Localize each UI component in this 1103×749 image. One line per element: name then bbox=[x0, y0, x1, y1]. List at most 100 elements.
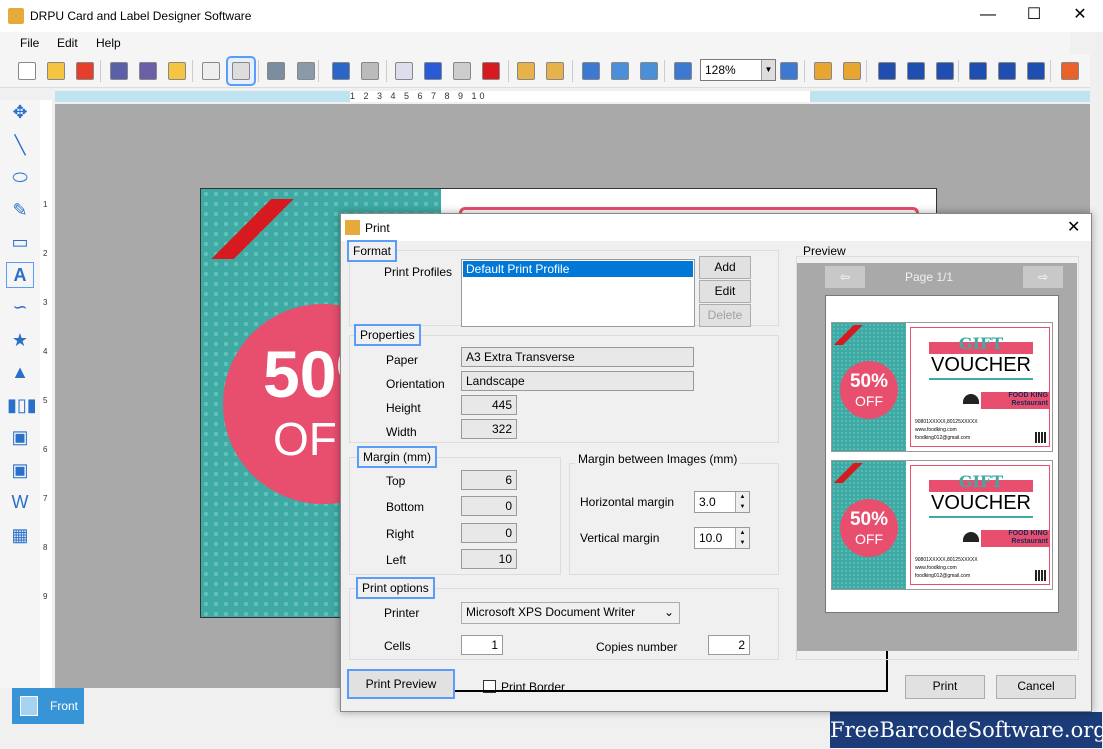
background-icon[interactable]: ▦ bbox=[7, 523, 33, 547]
tab-front[interactable]: Front bbox=[12, 688, 84, 724]
settings-icon[interactable] bbox=[636, 58, 662, 84]
align-right-icon[interactable] bbox=[932, 58, 958, 84]
save-as-icon[interactable] bbox=[135, 58, 161, 84]
properties-legend: Properties bbox=[354, 324, 421, 346]
curve-icon[interactable]: ∽ bbox=[7, 295, 33, 319]
chevron-down-icon: ⌄ bbox=[663, 605, 674, 619]
star-icon[interactable]: ★ bbox=[7, 328, 33, 352]
vertical-margin-spinner[interactable]: 10.0 ▲ ▼ bbox=[694, 527, 750, 549]
zoom-out-icon[interactable] bbox=[776, 58, 802, 84]
margin-right-field[interactable]: 0 bbox=[461, 523, 517, 543]
minimize-button[interactable]: — bbox=[965, 0, 1011, 32]
image-icon[interactable]: ▣ bbox=[7, 425, 33, 449]
text-icon[interactable]: A bbox=[6, 261, 34, 288]
align-center-icon[interactable] bbox=[903, 58, 929, 84]
margin-images-group bbox=[569, 463, 779, 575]
delete-button[interactable]: Delete bbox=[699, 304, 751, 327]
lock-icon[interactable] bbox=[810, 58, 836, 84]
next-page-button[interactable]: ⇨ bbox=[1023, 266, 1063, 288]
edit-icon[interactable] bbox=[198, 58, 224, 84]
line-icon[interactable]: ╲ bbox=[7, 133, 33, 157]
center-icon[interactable] bbox=[607, 58, 633, 84]
triangle-icon[interactable]: ▲ bbox=[7, 360, 33, 384]
bring-front-icon[interactable] bbox=[513, 58, 539, 84]
page-indicator: Page 1/1 bbox=[905, 270, 954, 284]
dialog-close-button[interactable]: ✕ bbox=[1067, 217, 1080, 237]
image-library-icon[interactable]: ▣ bbox=[7, 458, 33, 482]
discount-text: 50% bbox=[849, 509, 889, 530]
margin-top-field[interactable]: 6 bbox=[461, 470, 517, 490]
edit-button[interactable]: Edit bbox=[699, 280, 751, 303]
database-icon[interactable] bbox=[293, 58, 319, 84]
unlock-icon[interactable] bbox=[839, 58, 865, 84]
orientation-label: Orientation bbox=[386, 377, 445, 391]
printer-select[interactable]: Microsoft XPS Document Writer ⌄ bbox=[461, 602, 680, 624]
cells-field[interactable]: 1 bbox=[461, 635, 503, 655]
prev-page-button[interactable]: ⇦ bbox=[825, 266, 865, 288]
spin-down-icon[interactable]: ▼ bbox=[735, 502, 749, 512]
redo-icon[interactable] bbox=[357, 58, 383, 84]
horizontal-margin-spinner[interactable]: 3.0 ▲ ▼ bbox=[694, 491, 750, 513]
close-file-icon[interactable] bbox=[72, 58, 98, 84]
menu-file[interactable]: File bbox=[20, 36, 39, 50]
toolbar-separator bbox=[318, 60, 319, 82]
delete-icon[interactable] bbox=[478, 58, 504, 84]
zoom-in-icon[interactable] bbox=[670, 58, 696, 84]
zoom-value: 128% bbox=[705, 63, 736, 77]
cancel-button[interactable]: Cancel bbox=[996, 675, 1076, 699]
menu-help[interactable]: Help bbox=[96, 36, 121, 50]
spin-up-icon[interactable]: ▲ bbox=[735, 492, 749, 502]
grid-icon[interactable] bbox=[578, 58, 604, 84]
ellipse-icon[interactable]: ⬭ bbox=[7, 165, 33, 189]
undo-icon[interactable] bbox=[328, 58, 354, 84]
print-preview-button[interactable]: Print Preview bbox=[347, 669, 455, 699]
toolbar-separator bbox=[192, 60, 193, 82]
preview-area: ⇦ Page 1/1 ⇨ 50% OFF GIFT VOUCHER FOOD KI… bbox=[797, 263, 1077, 651]
ruler-tick-label: 6 bbox=[43, 445, 48, 454]
maximize-button[interactable]: ☐ bbox=[1011, 0, 1057, 32]
price-icon[interactable] bbox=[1057, 58, 1083, 84]
barcode-icon[interactable]: ▮▯▮ bbox=[7, 393, 37, 417]
margin-left-field[interactable]: 10 bbox=[461, 549, 517, 569]
export-icon[interactable] bbox=[164, 58, 190, 84]
zoom-select[interactable]: 128% ▼ bbox=[700, 59, 776, 81]
copies-field[interactable]: 2 bbox=[708, 635, 750, 655]
save-icon[interactable] bbox=[106, 58, 132, 84]
pencil-icon[interactable]: ✎ bbox=[7, 198, 33, 222]
new-icon[interactable] bbox=[14, 58, 40, 84]
close-button[interactable]: ✕ bbox=[1057, 0, 1103, 32]
database-add-icon[interactable] bbox=[263, 58, 289, 84]
add-button[interactable]: Add bbox=[699, 256, 751, 279]
print-button[interactable]: Print bbox=[905, 675, 985, 699]
wordart-icon[interactable]: W bbox=[7, 490, 33, 514]
spin-up-icon[interactable]: ▲ bbox=[735, 528, 749, 538]
print-profiles-label: Print Profiles bbox=[384, 265, 453, 279]
copy-icon[interactable] bbox=[391, 58, 417, 84]
gift-text: GIFT bbox=[958, 334, 1004, 353]
align-left-icon[interactable] bbox=[874, 58, 900, 84]
align-middle-icon[interactable] bbox=[994, 58, 1020, 84]
menu-edit[interactable]: Edit bbox=[57, 36, 78, 50]
voucher-frame: GIFT VOUCHER FOOD KING Restaurant 90801XX… bbox=[910, 465, 1050, 585]
open-icon[interactable] bbox=[43, 58, 69, 84]
discount-badge: 50% OFF bbox=[840, 361, 898, 419]
margin-bottom-field[interactable]: 0 bbox=[461, 496, 517, 516]
ruler-tick-label: 4 bbox=[43, 347, 48, 356]
align-bottom-icon[interactable] bbox=[1023, 58, 1049, 84]
app-icon bbox=[8, 8, 24, 24]
chevron-down-icon[interactable]: ▼ bbox=[761, 60, 775, 80]
print-icon[interactable] bbox=[226, 56, 256, 86]
select-icon[interactable]: ✥ bbox=[7, 100, 33, 124]
printer-value: Microsoft XPS Document Writer bbox=[466, 605, 636, 619]
paste-icon[interactable] bbox=[449, 58, 475, 84]
qr-code-icon bbox=[1035, 432, 1046, 443]
margin-legend: Margin (mm) bbox=[357, 446, 437, 468]
align-top-icon[interactable] bbox=[965, 58, 991, 84]
print-profiles-list[interactable]: Default Print Profile bbox=[461, 259, 695, 327]
profile-item[interactable]: Default Print Profile bbox=[463, 261, 693, 277]
rectangle-icon[interactable]: ▭ bbox=[7, 230, 33, 254]
send-back-icon[interactable] bbox=[542, 58, 568, 84]
spin-down-icon[interactable]: ▼ bbox=[735, 538, 749, 548]
toolbar-separator bbox=[258, 60, 259, 82]
cut-icon[interactable] bbox=[420, 58, 446, 84]
